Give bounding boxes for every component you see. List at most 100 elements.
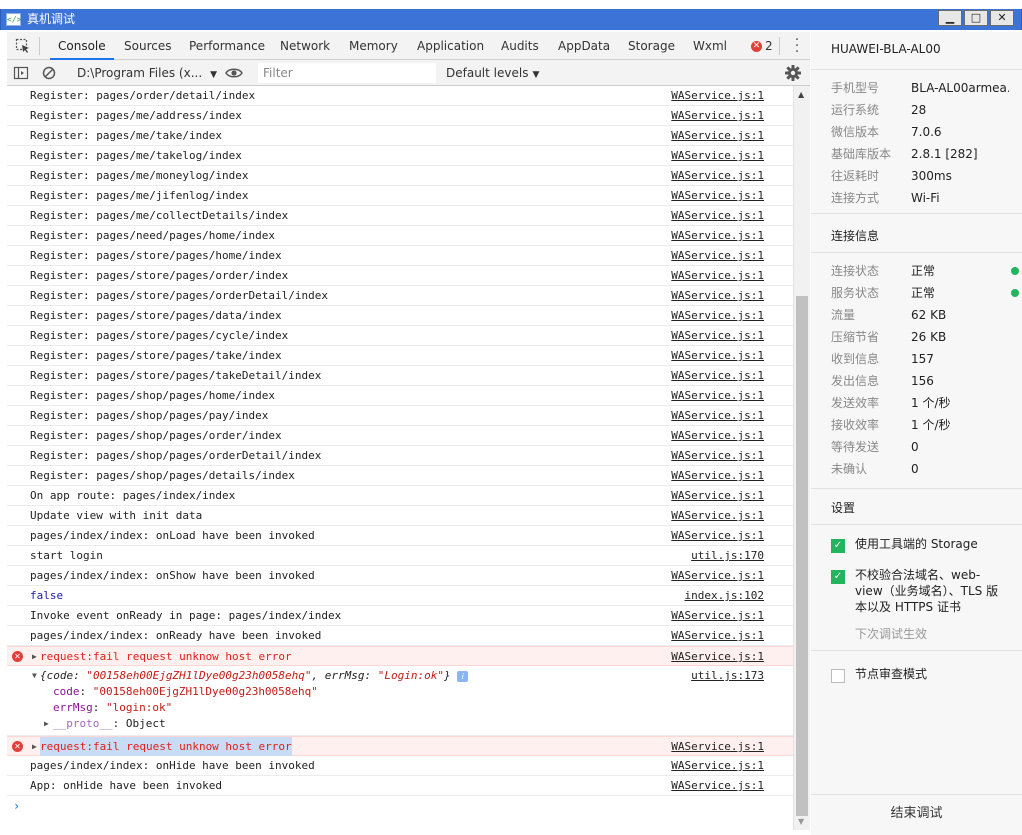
log-source-link[interactable]: WAService.js:1 [671, 286, 764, 305]
log-source-link[interactable]: index.js:102 [685, 586, 764, 605]
divider [811, 69, 1022, 70]
eye-icon[interactable] [225, 65, 243, 81]
scrollbar-thumb[interactable] [796, 296, 808, 816]
tab-appdata[interactable]: AppData [558, 32, 610, 60]
error-count: 2 [765, 39, 773, 53]
connection-info-row: 发出信息 156 [831, 372, 1021, 390]
log-source-link[interactable]: WAService.js:1 [671, 566, 764, 585]
console-toolbar: D:\Program Files (x...▼ Default levels▼ [7, 60, 810, 86]
tab-wxml[interactable]: Wxml [693, 32, 727, 60]
more-options-icon[interactable]: · · · [794, 33, 800, 59]
skip-domain-check-label: 不校验合法域名、web- view（业务域名）、TLS 版 本以及 HTTPS … [855, 568, 999, 614]
tab-storage[interactable]: Storage [628, 32, 675, 60]
console-scrollbar[interactable]: ▲ ▼ [793, 86, 810, 830]
log-source-link[interactable]: WAService.js:1 [671, 386, 764, 405]
expand-triangle-icon[interactable]: ▶ [44, 716, 49, 732]
collapse-triangle-icon[interactable]: ▼ [32, 668, 37, 684]
log-source-link[interactable]: WAService.js:1 [671, 86, 764, 105]
error-counter[interactable]: ✕ 2 [751, 32, 773, 60]
log-source-link[interactable]: WAService.js:1 [671, 226, 764, 245]
log-source-link[interactable]: WAService.js:1 [671, 606, 764, 625]
log-row: Register: pages/store/pages/take/index WA… [7, 346, 793, 366]
expand-triangle-icon[interactable]: ▶ [32, 647, 37, 666]
log-source-link[interactable]: WAService.js:1 [671, 506, 764, 525]
tab-audits[interactable]: Audits [501, 32, 539, 60]
info-key: 发送效率 [831, 396, 880, 410]
info-value: 28 [911, 103, 927, 117]
log-source-link[interactable]: WAService.js:1 [671, 166, 764, 185]
sidebar-toggle-icon[interactable] [13, 65, 29, 81]
expand-triangle-icon[interactable]: ▶ [32, 737, 37, 756]
log-source-link[interactable]: WAService.js:1 [671, 756, 764, 775]
log-row: Register: pages/shop/pages/orderDetail/i… [7, 446, 793, 466]
log-source-link[interactable]: WAService.js:1 [671, 737, 764, 756]
log-source-link[interactable]: WAService.js:1 [671, 426, 764, 445]
log-source-link[interactable]: WAService.js:1 [671, 346, 764, 365]
info-icon[interactable]: i [457, 670, 469, 682]
log-source-link[interactable]: WAService.js:1 [671, 647, 764, 666]
log-source-link[interactable]: WAService.js:1 [671, 246, 764, 265]
node-audit-checkbox[interactable] [831, 669, 845, 683]
log-source-link[interactable]: WAService.js:1 [671, 366, 764, 385]
device-info-panel: HUAWEI-BLA-AL00 手机型号 BLA-AL00armea... 运行系统… [811, 32, 1022, 835]
log-row: Register: pages/need/pages/home/index WAS… [7, 226, 793, 246]
tab-performance[interactable]: Performance [189, 32, 265, 60]
filter-input[interactable] [258, 63, 436, 83]
log-source-link[interactable]: WAService.js:1 [671, 776, 764, 795]
device-info-row: 运行系统 28 [831, 101, 1021, 119]
gear-icon[interactable] [784, 64, 802, 82]
console-prompt[interactable]: › [7, 796, 793, 816]
log-source-link[interactable]: WAService.js:1 [671, 466, 764, 485]
devtools-tabbar: Console Sources Performance Network Memo… [7, 32, 810, 60]
log-message: Register: pages/shop/pages/home/index [30, 389, 276, 402]
error-log-row[interactable]: ✕ ▶ request:fail request unknow host err… [7, 736, 793, 756]
log-levels-select[interactable]: Default levels ▼ [446, 60, 539, 86]
log-source-link[interactable]: util.js:170 [691, 546, 764, 565]
scroll-up-icon[interactable]: ▲ [798, 90, 804, 99]
maximize-button[interactable]: □ [964, 10, 988, 26]
log-source-link[interactable]: WAService.js:1 [671, 406, 764, 425]
minimize-button[interactable]: ▁ [938, 10, 962, 26]
log-source-link[interactable]: WAService.js:1 [671, 526, 764, 545]
close-button[interactable]: ✕ [990, 10, 1014, 26]
info-value: 26 KB [911, 330, 947, 344]
error-log-row[interactable]: ✕ ▶ request:fail request unknow host err… [7, 646, 793, 666]
info-value: 2.8.1 [282] [911, 147, 978, 161]
log-source-link[interactable]: util.js:173 [691, 668, 764, 684]
log-source-link[interactable]: WAService.js:1 [671, 206, 764, 225]
use-storage-checkbox[interactable]: ✓ [831, 539, 845, 553]
end-debug-button[interactable]: 结束调试 [811, 794, 1022, 832]
connection-info-row: 等待发送 0 [831, 438, 1021, 456]
clear-console-icon[interactable] [41, 65, 57, 81]
log-source-link[interactable]: WAService.js:1 [671, 326, 764, 345]
info-value: 7.0.6 [911, 125, 942, 139]
log-row: Register: pages/shop/pages/home/index WAS… [7, 386, 793, 406]
log-source-link[interactable]: WAService.js:1 [671, 186, 764, 205]
log-row: App: onHide have been invoked WAService.… [7, 776, 793, 796]
log-source-link[interactable]: WAService.js:1 [671, 266, 764, 285]
log-source-link[interactable]: WAService.js:1 [671, 146, 764, 165]
log-list: Register: pages/order/detail/index WAServ… [7, 86, 793, 646]
log-source-link[interactable]: WAService.js:1 [671, 126, 764, 145]
scroll-down-icon[interactable]: ▼ [798, 817, 804, 826]
object-log-entry[interactable]: ▼ {code: "00158eh00EjgZH1lDye00g23h0058e… [7, 666, 793, 736]
log-source-link[interactable]: WAService.js:1 [671, 446, 764, 465]
log-source-link[interactable]: WAService.js:1 [671, 306, 764, 325]
inspect-element-icon[interactable] [15, 38, 31, 54]
tab-console[interactable]: Console [50, 32, 114, 60]
log-source-link[interactable]: WAService.js:1 [671, 626, 764, 645]
tab-network[interactable]: Network [280, 32, 330, 60]
divider [811, 213, 1022, 214]
tab-memory[interactable]: Memory [349, 32, 398, 60]
log-source-link[interactable]: WAService.js:1 [671, 106, 764, 125]
log-message: Register: pages/me/moneylog/index [30, 169, 249, 182]
log-row: pages/index/index: onHide have been invo… [7, 756, 793, 776]
log-source-link[interactable]: WAService.js:1 [671, 486, 764, 505]
skip-domain-check-checkbox[interactable]: ✓ [831, 570, 845, 584]
tab-sources[interactable]: Sources [124, 32, 171, 60]
window-title: 真机调试 [27, 12, 76, 26]
context-select[interactable]: D:\Program Files (x... ▼ [77, 60, 217, 86]
object-property-errmsg: errMsg: "login:ok" [53, 701, 173, 714]
log-row: Register: pages/shop/pages/pay/index WASe… [7, 406, 793, 426]
tab-application[interactable]: Application [417, 32, 484, 60]
